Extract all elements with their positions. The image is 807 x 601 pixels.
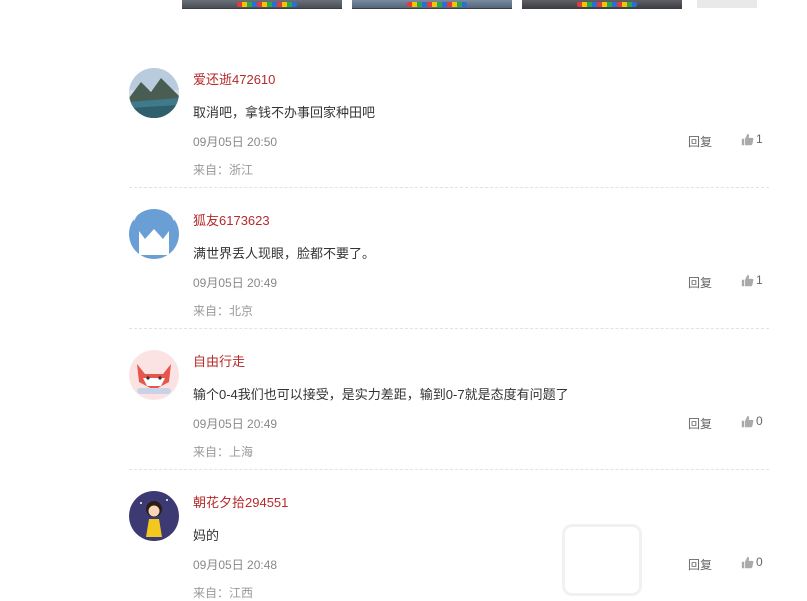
reply-button[interactable]: 回复 bbox=[688, 415, 712, 432]
thumbs-up-icon bbox=[741, 274, 754, 286]
ad-strip bbox=[0, 0, 807, 10]
comment-text: 取消吧，拿钱不办事回家种田吧 bbox=[193, 105, 376, 120]
like-count: 1 bbox=[756, 132, 763, 146]
ad-close-icon[interactable] bbox=[697, 0, 757, 8]
girl-avatar-icon bbox=[129, 491, 179, 541]
reply-button[interactable]: 回复 bbox=[688, 274, 712, 291]
username[interactable]: 自由行走 bbox=[193, 351, 245, 370]
comment-time: 09月05日 20:49 bbox=[193, 417, 278, 431]
avatar[interactable] bbox=[129, 68, 179, 118]
divider bbox=[129, 328, 769, 329]
avatar[interactable] bbox=[129, 491, 179, 541]
comment-location: 来自：江西 bbox=[193, 586, 254, 600]
comment-time: 09月05日 20:48 bbox=[193, 558, 278, 572]
comment-location: 来自：上海 bbox=[193, 445, 254, 459]
comment-text: 满世界丢人现眼，脸都不要了。 bbox=[193, 246, 376, 261]
like-button[interactable]: 1 bbox=[741, 273, 763, 287]
fox-avatar-icon bbox=[129, 350, 179, 400]
divider bbox=[129, 187, 769, 188]
ad-thumbnail-1[interactable] bbox=[182, 0, 342, 9]
comment-text: 输个0-4我们也可以接受，是实力差距，输到0-7就是态度有问题了 bbox=[193, 387, 569, 402]
comment-text: 妈的 bbox=[193, 528, 220, 543]
username[interactable]: 狐友6173623 bbox=[193, 210, 270, 229]
divider bbox=[129, 469, 769, 470]
comment-time: 09月05日 20:50 bbox=[193, 135, 278, 149]
watermark-logo bbox=[560, 520, 807, 598]
reply-button[interactable]: 回复 bbox=[688, 133, 712, 150]
like-button[interactable]: 1 bbox=[741, 132, 763, 146]
landscape-avatar-icon bbox=[129, 68, 179, 118]
avatar[interactable] bbox=[129, 350, 179, 400]
default-avatar-icon bbox=[129, 209, 179, 259]
comment-time: 09月05日 20:49 bbox=[193, 276, 278, 290]
comment-location: 来自：浙江 bbox=[193, 163, 254, 177]
ad-thumbnail-3[interactable] bbox=[522, 0, 682, 9]
comment-location: 来自：北京 bbox=[193, 304, 254, 318]
username[interactable]: 朝花夕拾294551 bbox=[193, 492, 288, 511]
like-count: 1 bbox=[756, 273, 763, 287]
thumbs-up-icon bbox=[741, 133, 754, 145]
username[interactable]: 爱还逝472610 bbox=[193, 69, 275, 88]
like-button[interactable]: 0 bbox=[741, 414, 763, 428]
thumbs-up-icon bbox=[741, 415, 754, 427]
like-count: 0 bbox=[756, 414, 763, 428]
ad-thumbnail-2[interactable] bbox=[352, 0, 512, 9]
avatar[interactable] bbox=[129, 209, 179, 259]
